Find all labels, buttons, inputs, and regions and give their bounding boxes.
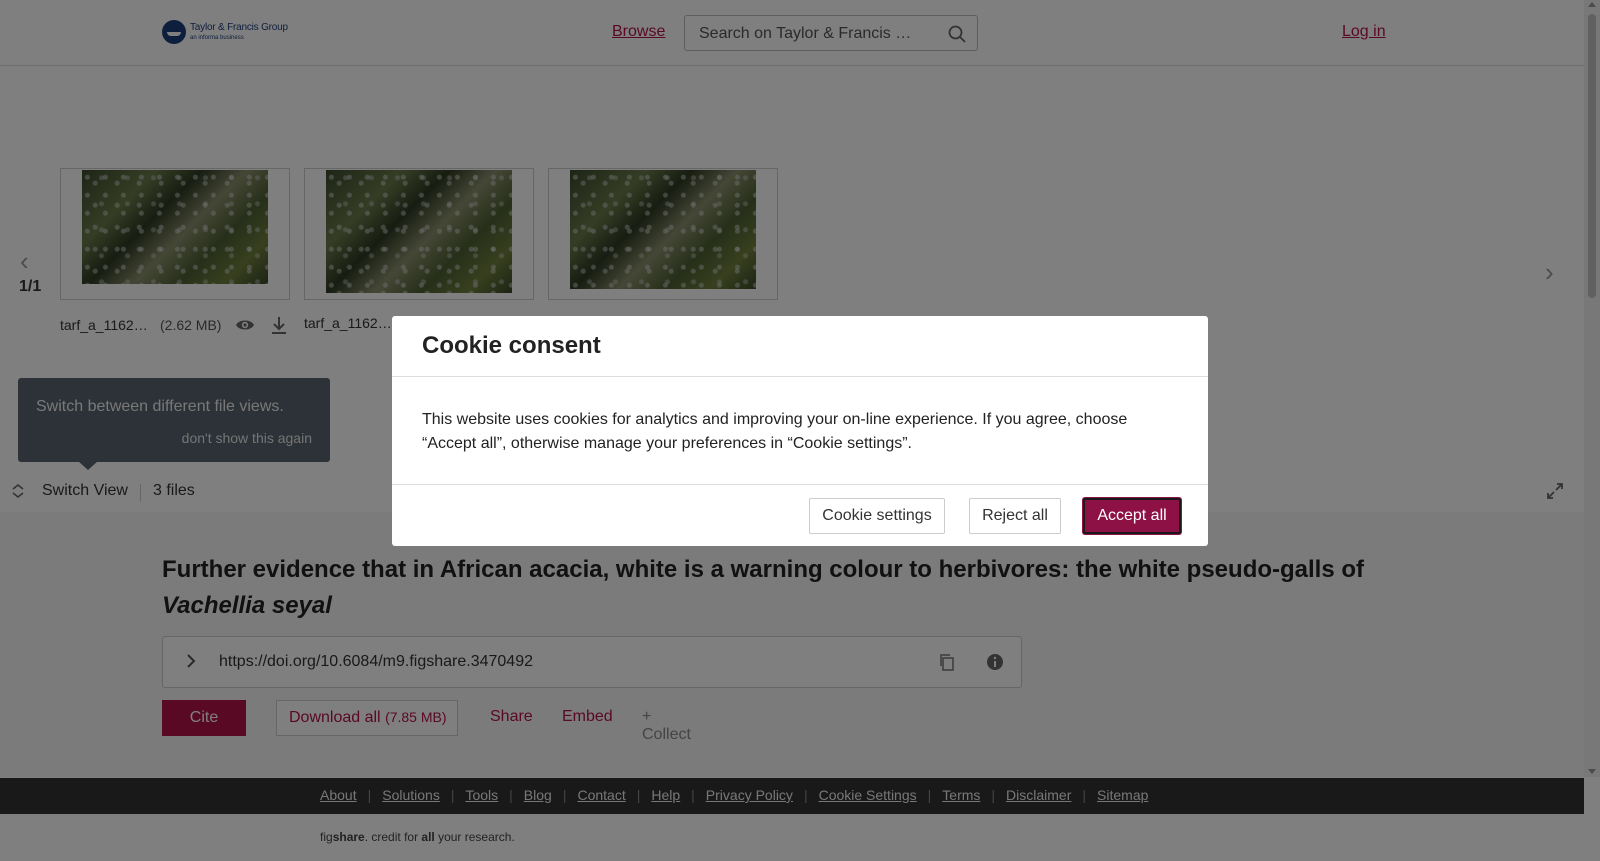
cookie-consent-dialog: Cookie consent This website uses cookies… [392,316,1208,546]
divider [392,376,1208,377]
dialog-title: Cookie consent [422,332,601,359]
divider [392,484,1208,485]
dialog-body: This website uses cookies for analytics … [422,411,1128,452]
accept-all-button[interactable]: Accept all [1083,498,1181,534]
cookie-settings-button[interactable]: Cookie settings [809,498,945,534]
reject-all-button[interactable]: Reject all [969,498,1061,534]
